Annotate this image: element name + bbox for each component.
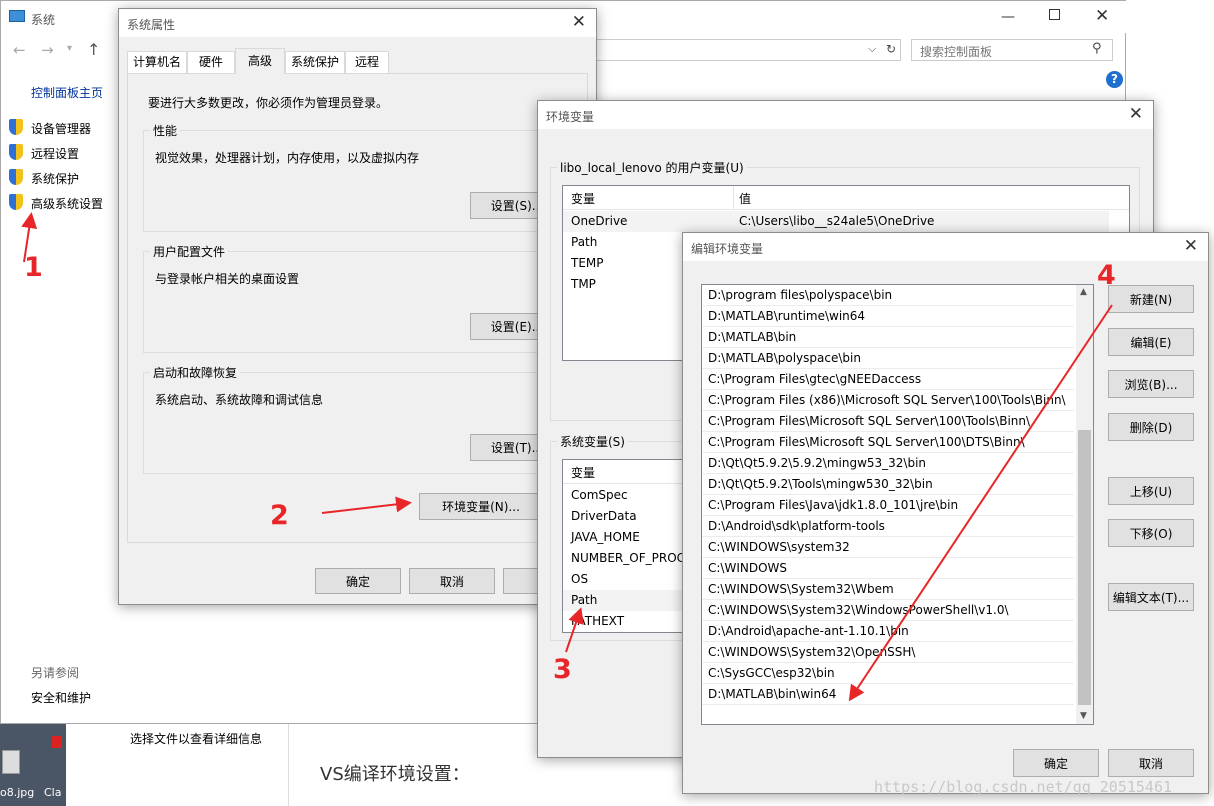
tab-label: 高级: [247, 54, 272, 68]
arrow-2: [321, 496, 412, 514]
arrow-4: [848, 304, 1113, 702]
arrow-3: [565, 607, 584, 653]
tab-advanced[interactable]: 高级: [235, 48, 285, 74]
annotation-number-1: 1: [24, 252, 43, 283]
annotation-number-4: 4: [1097, 260, 1116, 291]
annotation-number-3: 3: [553, 654, 572, 685]
watermark: https://blog.csdn.net/qq_20515461: [874, 778, 1173, 796]
annotation-arrows: [21, 212, 1113, 702]
annotation-number-2: 2: [270, 500, 289, 531]
